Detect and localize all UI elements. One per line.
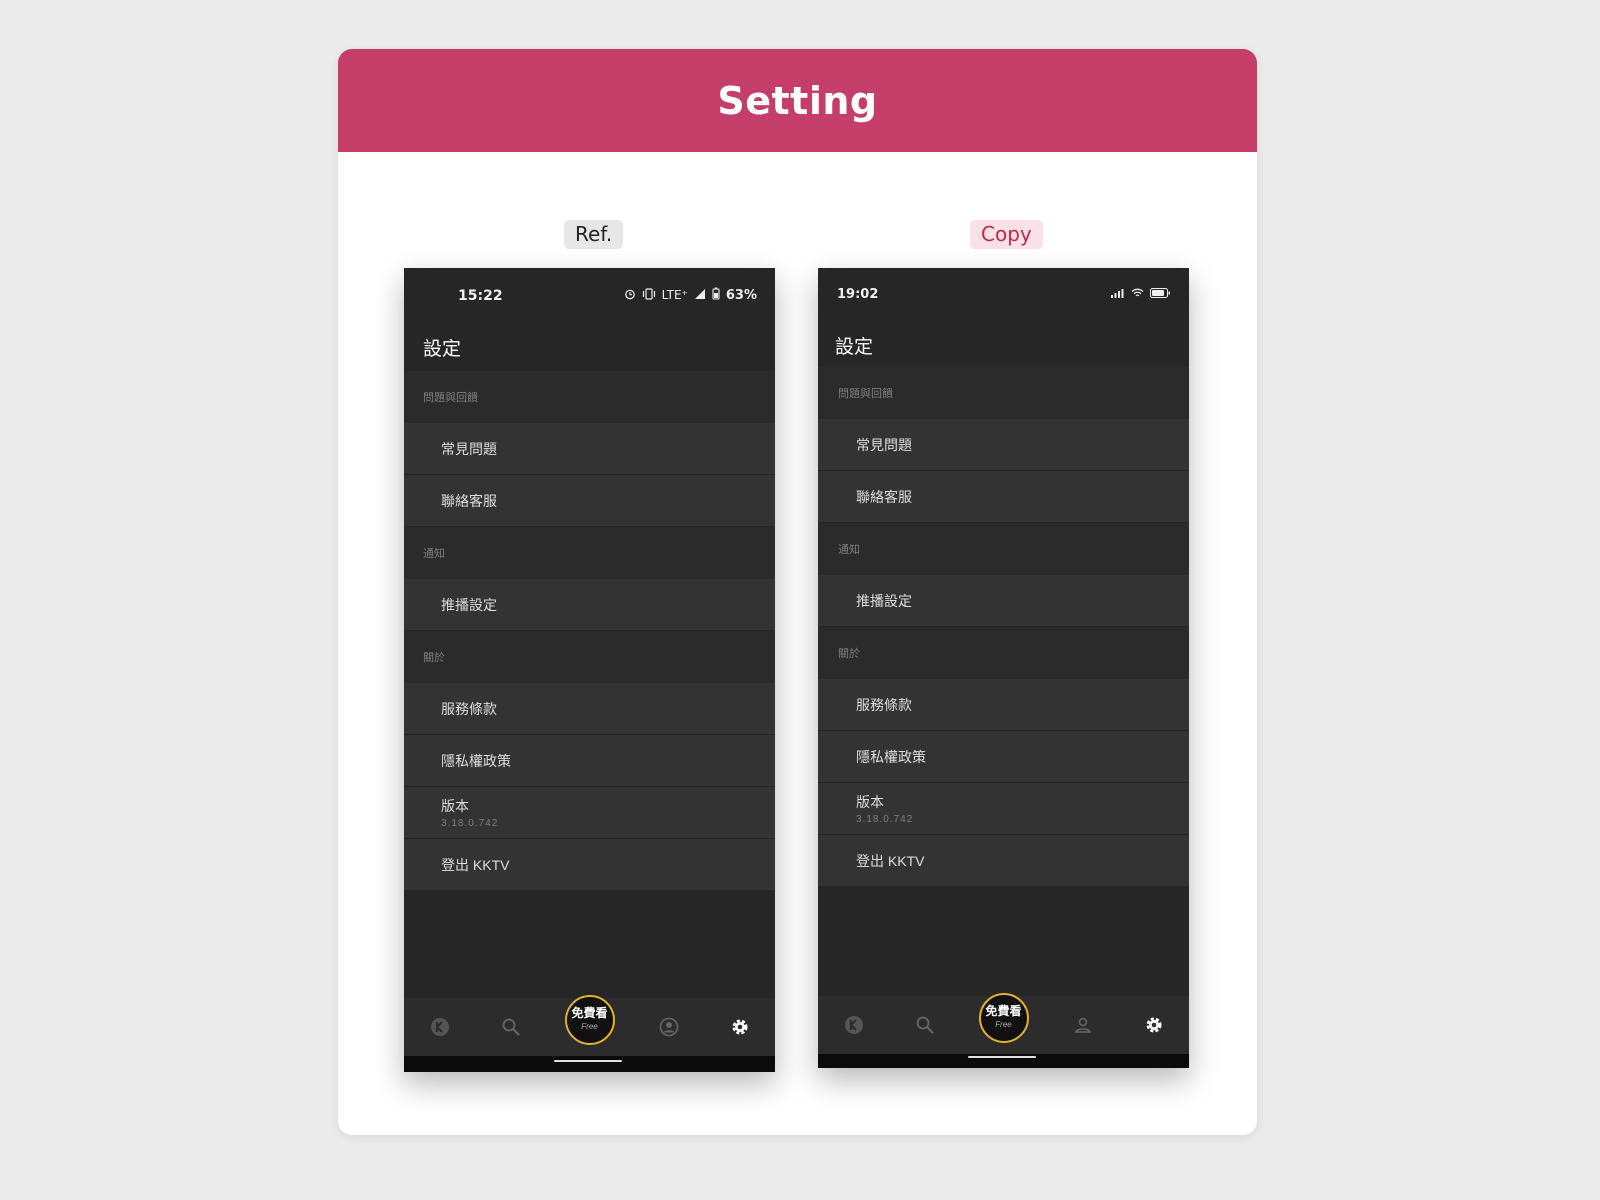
comparison-card: Setting Ref. Copy 15:22 LTE⁺ 63% 設定 問題與回…: [338, 49, 1257, 1135]
home-indicator: [818, 1054, 1189, 1068]
app-bar-title: 設定: [404, 323, 775, 371]
menu-item-label: 隱私權政策: [441, 752, 511, 769]
menu-item-label: 登出 KKTV: [441, 856, 510, 873]
menu-item-push[interactable]: 推播設定: [404, 579, 775, 631]
menu-item-label: 隱私權政策: [856, 748, 926, 765]
free-watch-button[interactable]: 免費看 Free: [978, 993, 1029, 1043]
network-label: LTE⁺: [661, 288, 688, 302]
menu-item-logout[interactable]: 登出 KKTV: [404, 839, 775, 891]
version-label: 版本: [441, 798, 469, 814]
menu-item-terms[interactable]: 服務條款: [818, 679, 1189, 731]
status-bar: 19:02: [818, 268, 1189, 323]
section-notification: 通知: [818, 523, 1189, 575]
bottom-nav: 免費看 Free: [818, 993, 1189, 1054]
battery-icon: [1150, 287, 1171, 301]
status-icons: LTE⁺ 63%: [624, 287, 757, 303]
battery-percent: 63%: [725, 287, 757, 303]
section-feedback: 問題與回饋: [818, 367, 1189, 419]
menu-item-faq[interactable]: 常見問題: [404, 423, 775, 475]
alarm-icon: [624, 288, 636, 303]
menu-item-version: 版本 3.18.0.742: [404, 787, 775, 839]
free-watch-button[interactable]: 免費看 Free: [564, 995, 615, 1045]
home-indicator: [404, 1056, 775, 1072]
status-time: 15:22: [458, 288, 503, 304]
signal-icon: [1111, 287, 1125, 301]
free-badge-zh: 免費看: [985, 1004, 1022, 1018]
menu-item-privacy[interactable]: 隱私權政策: [818, 731, 1189, 783]
menu-item-label: 服務條款: [856, 696, 912, 713]
settings-gear-icon[interactable]: [1137, 1008, 1171, 1042]
section-about: 關於: [404, 631, 775, 683]
profile-icon[interactable]: [652, 1010, 686, 1044]
wifi-icon: [1131, 287, 1144, 301]
menu-item-label: 聯絡客服: [441, 492, 497, 509]
section-feedback: 問題與回饋: [404, 371, 775, 423]
section-notification: 通知: [404, 527, 775, 579]
copy-phone-screen: 19:02 設定 問題與回饋 常見問題 聯絡客服 通知 推播設定 關於 服務條款…: [818, 268, 1189, 1068]
ref-phone-screen: 15:22 LTE⁺ 63% 設定 問題與回饋 常見問題 聯絡客服 通知 推播設…: [404, 268, 775, 1072]
version-value: 3.18.0.742: [441, 818, 499, 829]
profile-icon[interactable]: [1066, 1008, 1100, 1042]
kktv-logo-icon[interactable]: [423, 1010, 457, 1044]
signal-icon: [694, 288, 706, 303]
status-bar: 15:22 LTE⁺ 63%: [404, 268, 775, 323]
menu-item-logout[interactable]: 登出 KKTV: [818, 835, 1189, 887]
menu-item-label: 服務條款: [441, 700, 497, 717]
status-icons: [1111, 287, 1171, 301]
section-about: 關於: [818, 627, 1189, 679]
free-badge-zh: 免費看: [571, 1006, 608, 1020]
bottom-nav: 免費看 Free: [404, 995, 775, 1056]
menu-item-label: 推播設定: [441, 596, 497, 613]
card-header: Setting: [338, 49, 1257, 152]
menu-item-label: 常見問題: [856, 436, 912, 453]
copy-tag: Copy: [970, 220, 1043, 249]
status-time: 19:02: [837, 287, 879, 302]
menu-item-label: 聯絡客服: [856, 488, 912, 505]
menu-item-contact[interactable]: 聯絡客服: [818, 471, 1189, 523]
search-icon[interactable]: [494, 1010, 528, 1044]
page-title: Setting: [717, 78, 878, 123]
menu-item-push[interactable]: 推播設定: [818, 575, 1189, 627]
search-icon[interactable]: [908, 1008, 942, 1042]
kktv-logo-icon[interactable]: [837, 1008, 871, 1042]
free-badge-en: Free: [995, 1020, 1012, 1029]
menu-item-contact[interactable]: 聯絡客服: [404, 475, 775, 527]
menu-item-faq[interactable]: 常見問題: [818, 419, 1189, 471]
battery-icon: [712, 287, 720, 303]
app-bar-title: 設定: [818, 323, 1189, 367]
version-value: 3.18.0.742: [856, 814, 914, 825]
menu-item-label: 登出 KKTV: [856, 852, 925, 869]
vibrate-icon: [642, 287, 656, 303]
menu-item-label: 推播設定: [856, 592, 912, 609]
version-label: 版本: [856, 794, 884, 810]
menu-item-terms[interactable]: 服務條款: [404, 683, 775, 735]
settings-gear-icon[interactable]: [723, 1010, 757, 1044]
ref-tag: Ref.: [564, 220, 624, 249]
menu-item-label: 常見問題: [441, 440, 497, 457]
menu-item-privacy[interactable]: 隱私權政策: [404, 735, 775, 787]
menu-item-version: 版本 3.18.0.742: [818, 783, 1189, 835]
free-badge-en: Free: [581, 1022, 598, 1031]
